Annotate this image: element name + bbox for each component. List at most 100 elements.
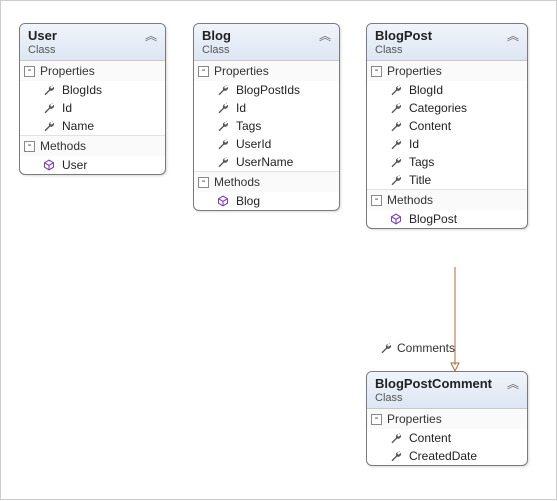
member-name: Content [409,119,451,133]
wrench-icon [216,102,230,114]
relationship-label[interactable]: Comments [379,341,455,355]
property-member[interactable]: Categories [367,99,527,117]
properties-section-header[interactable]: -Properties [367,409,527,429]
wrench-icon [216,84,230,96]
property-member[interactable]: UserId [194,135,339,153]
property-member[interactable]: Tags [367,153,527,171]
class-header[interactable]: BlogPostClass ︽ [367,24,527,61]
properties-section-header[interactable]: -Properties [367,61,527,81]
property-member[interactable]: Title [367,171,527,189]
member-name: Id [236,101,246,115]
member-name: Blog [236,194,260,208]
wrench-icon [216,120,230,132]
collapse-section-icon[interactable]: - [371,195,382,206]
relationship-name: Comments [397,341,455,355]
property-member[interactable]: Name [20,117,165,135]
properties-section-header[interactable]: -Properties [20,61,165,81]
class-title: BlogPost [375,28,432,43]
collapse-section-icon[interactable]: - [198,66,209,77]
methods-section-header[interactable]: -Methods [194,171,339,192]
property-member[interactable]: Id [20,99,165,117]
member-name: BlogPostIds [236,83,300,97]
wrench-icon [42,120,56,132]
method-member[interactable]: Blog [194,192,339,210]
methods-section-header[interactable]: -Methods [367,189,527,210]
collapse-section-icon[interactable]: - [24,141,35,152]
member-name: Categories [409,101,467,115]
member-name: Id [62,101,72,115]
wrench-icon [389,120,403,132]
member-name: UserName [236,155,293,169]
class-blog[interactable]: BlogClass︽-PropertiesBlogPostIdsIdTagsUs… [193,23,340,211]
member-name: CreatedDate [409,449,477,463]
member-name: UserId [236,137,271,151]
wrench-icon [389,138,403,150]
property-member[interactable]: Id [367,135,527,153]
property-member[interactable]: BlogPostIds [194,81,339,99]
wrench-icon [216,138,230,150]
property-member[interactable]: Content [367,429,527,447]
member-name: User [62,158,87,172]
cube-icon [42,159,56,171]
collapse-section-icon[interactable]: - [24,66,35,77]
section-label: Methods [387,193,433,207]
property-member[interactable]: Id [194,99,339,117]
member-name: Name [62,119,94,133]
property-member[interactable]: CreatedDate [367,447,527,465]
class-subtitle: Class [375,44,432,56]
method-member[interactable]: User [20,156,165,174]
wrench-icon [389,174,403,186]
class-subtitle: Class [202,44,231,56]
collapse-class-icon[interactable]: ︽ [505,28,521,44]
section-label: Properties [40,64,95,78]
collapse-class-icon[interactable]: ︽ [505,376,521,392]
class-header[interactable]: UserClass ︽ [20,24,165,61]
collapse-section-icon[interactable]: - [371,414,382,425]
wrench-icon [379,342,393,354]
method-member[interactable]: BlogPost [367,210,527,228]
property-member[interactable]: Content [367,117,527,135]
member-name: Tags [409,155,434,169]
class-blogpostcomment[interactable]: BlogPostCommentClass ︽ -Properties Content C… [366,371,528,466]
class-header[interactable]: BlogClass ︽ [194,24,339,61]
class-blogpost[interactable]: BlogPostClass︽-PropertiesBlogIdCategorie… [366,23,528,229]
member-name: Id [409,137,419,151]
cube-icon [216,195,230,207]
member-name: Content [409,431,451,445]
wrench-icon [42,102,56,114]
cube-icon [389,213,403,225]
member-name: BlogId [409,83,443,97]
member-name: Tags [236,119,261,133]
wrench-icon [42,84,56,96]
property-member[interactable]: UserName [194,153,339,171]
class-title: Blog [202,28,231,43]
class-subtitle: Class [28,44,57,56]
class-subtitle: Class [375,392,492,404]
section-label: Properties [387,412,442,426]
collapse-class-icon[interactable]: ︽ [317,28,333,44]
member-name: Title [409,173,431,187]
wrench-icon [389,156,403,168]
class-user[interactable]: UserClass︽-PropertiesBlogIdsIdName-Metho… [19,23,166,175]
property-member[interactable]: BlogId [367,81,527,99]
properties-section-header[interactable]: -Properties [194,61,339,81]
collapse-class-icon[interactable]: ︽ [143,28,159,44]
section-label: Methods [214,175,260,189]
property-member[interactable]: BlogIds [20,81,165,99]
collapse-section-icon[interactable]: - [198,177,209,188]
collapse-section-icon[interactable]: - [371,66,382,77]
wrench-icon [389,450,403,462]
section-label: Methods [40,139,86,153]
wrench-icon [389,432,403,444]
wrench-icon [216,156,230,168]
class-title: BlogPostComment [375,376,492,391]
member-name: BlogIds [62,83,102,97]
property-member[interactable]: Tags [194,117,339,135]
section-label: Properties [387,64,442,78]
section-label: Properties [214,64,269,78]
class-header[interactable]: BlogPostCommentClass ︽ [367,372,527,409]
methods-section-header[interactable]: -Methods [20,135,165,156]
wrench-icon [389,102,403,114]
class-title: User [28,28,57,43]
wrench-icon [389,84,403,96]
